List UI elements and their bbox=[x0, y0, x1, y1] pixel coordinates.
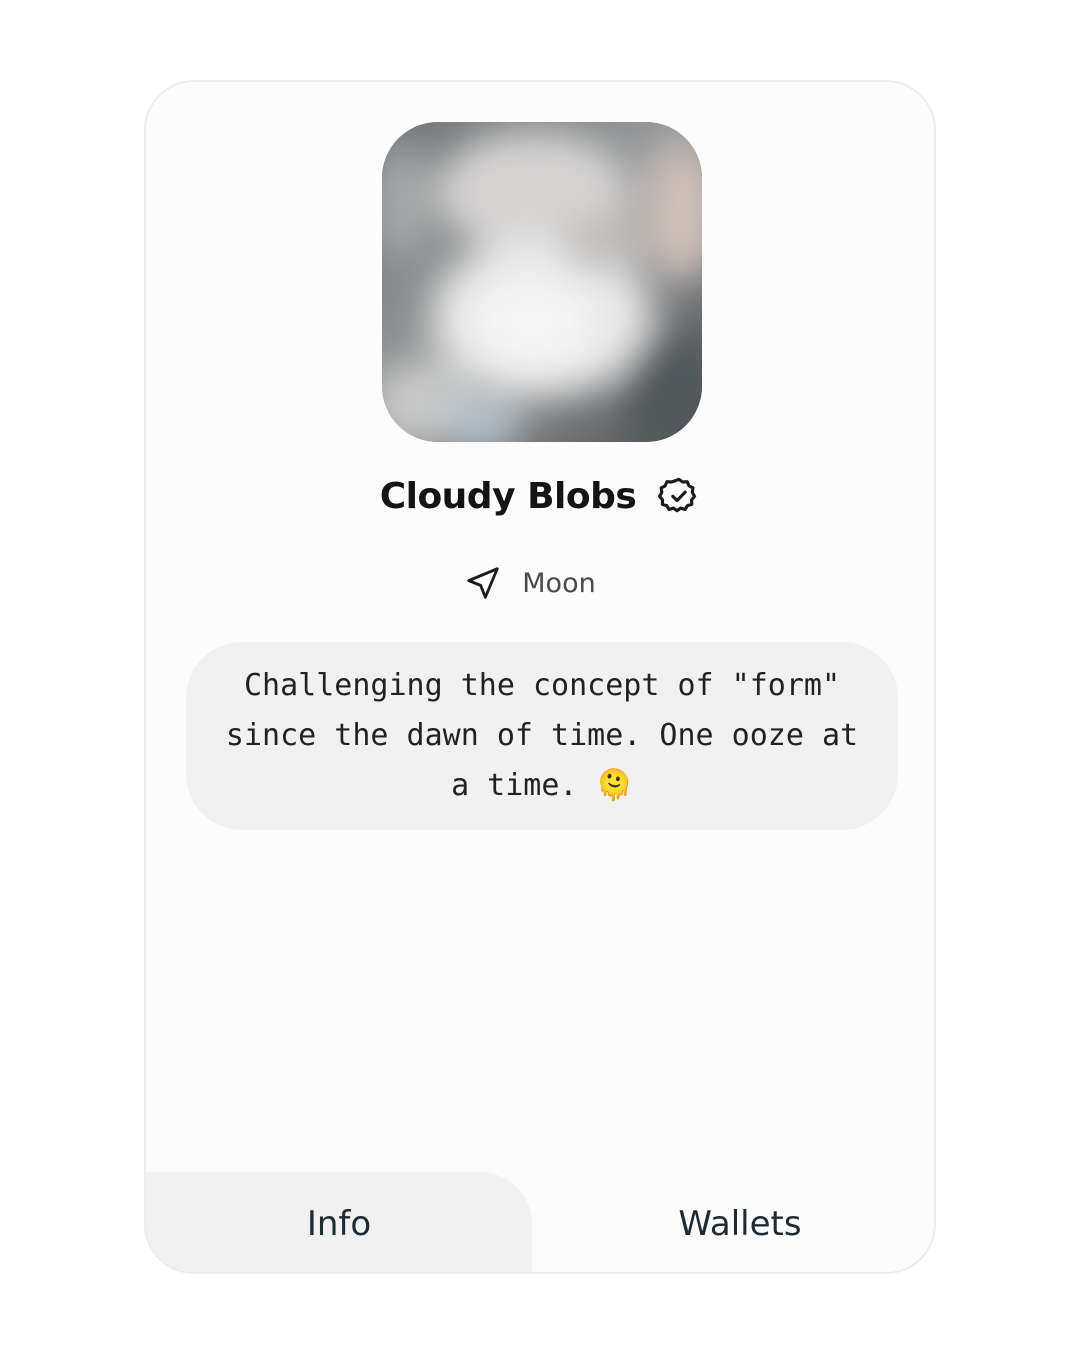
profile-name: Cloudy Blobs bbox=[379, 475, 637, 517]
avatar-blurred-image bbox=[382, 122, 702, 442]
tab-wallets-label: Wallets bbox=[678, 1204, 802, 1244]
profile-card: Cloudy Blobs Moon Challenging the concep… bbox=[144, 80, 936, 1274]
profile-location: Moon bbox=[522, 567, 596, 599]
tab-info-label: Info bbox=[306, 1204, 372, 1244]
name-row: Cloudy Blobs bbox=[146, 470, 934, 522]
location-row: Moon bbox=[146, 558, 934, 608]
verified-check-icon bbox=[658, 475, 700, 517]
tab-wallets[interactable]: Wallets bbox=[542, 1172, 934, 1272]
profile-avatar bbox=[382, 122, 702, 442]
profile-tabs: Info Wallets bbox=[146, 1172, 934, 1272]
navigation-arrow-icon bbox=[464, 564, 502, 602]
profile-bio: Challenging the concept of "form" since … bbox=[225, 668, 859, 803]
bio-box: Challenging the concept of "form" since … bbox=[186, 642, 898, 830]
tab-info[interactable]: Info bbox=[146, 1172, 532, 1272]
